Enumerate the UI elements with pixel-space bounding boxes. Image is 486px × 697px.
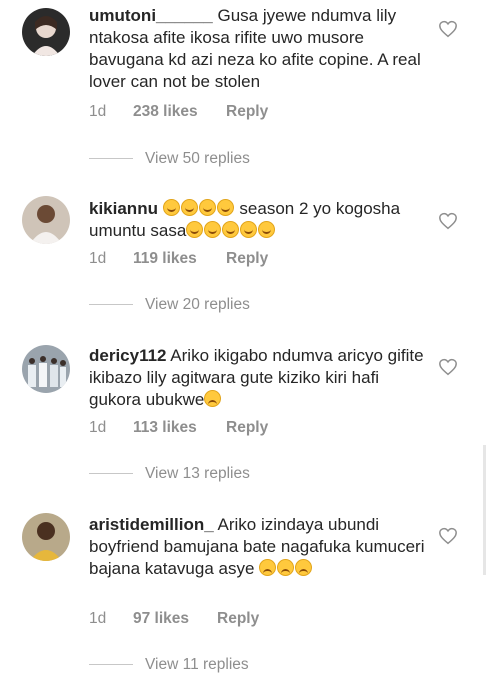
view-replies-button[interactable]: View 50 replies [89, 150, 250, 168]
avatar[interactable] [22, 196, 70, 244]
emoji-rofl-icon [186, 221, 204, 238]
comment-text: aristidemillion_ Ariko izindaya ubundi b… [89, 514, 434, 580]
replies-divider [89, 664, 133, 666]
avatar[interactable] [22, 513, 70, 561]
comment-time: 1d [89, 419, 107, 436]
like-heart-icon[interactable] [438, 20, 458, 38]
reply-button[interactable]: Reply [226, 419, 268, 437]
emoji-rofl-icon [204, 221, 222, 238]
avatar-photo [22, 345, 70, 393]
reply-button[interactable]: Reply [217, 610, 259, 628]
like-heart-icon[interactable] [438, 212, 458, 230]
replies-divider [89, 158, 133, 160]
comment-likes[interactable]: 119 likes [133, 250, 197, 268]
emoji-rofl-icon [240, 221, 258, 238]
comment-username[interactable]: dericy112 [89, 346, 167, 365]
emoji-sad-face-icon [259, 559, 277, 576]
view-replies-label: View 13 replies [145, 465, 250, 482]
emoji-rofl-icon [180, 199, 198, 216]
replies-divider [89, 304, 133, 306]
comment-text: dericy112 Ariko ikigabo ndumva aricyo gi… [89, 345, 434, 411]
view-replies-button[interactable]: View 13 replies [89, 465, 250, 483]
view-replies-label: View 50 replies [145, 150, 250, 167]
avatar[interactable] [22, 345, 70, 393]
like-heart-icon[interactable] [438, 358, 458, 376]
reply-button[interactable]: Reply [226, 103, 268, 121]
comment-text: umutoni______ Gusa jyewe ndumva lily nta… [89, 5, 434, 93]
emoji-sad-face-icon [204, 390, 222, 407]
view-replies-label: View 11 replies [145, 656, 249, 673]
comment-time: 1d [89, 103, 107, 120]
replies-divider [89, 473, 133, 475]
comment-likes[interactable]: 238 likes [133, 103, 198, 121]
comment-username[interactable]: aristidemillion_ [89, 515, 214, 534]
emoji-rofl-icon [162, 199, 180, 216]
comment-time: 1d [89, 250, 107, 267]
reply-button[interactable]: Reply [226, 250, 268, 268]
comment-time: 1d [89, 610, 107, 627]
view-replies-button[interactable]: View 20 replies [89, 296, 250, 314]
emoji-rofl-icon [216, 199, 234, 216]
emoji-sad-face-icon [277, 559, 295, 576]
avatar[interactable] [22, 8, 70, 56]
comment-likes[interactable]: 113 likes [133, 419, 197, 437]
emoji-sad-face-icon [295, 559, 313, 576]
avatar-photo [22, 8, 70, 56]
view-replies-button[interactable]: View 11 replies [89, 656, 249, 674]
like-heart-icon[interactable] [438, 527, 458, 545]
view-replies-label: View 20 replies [145, 296, 250, 313]
avatar-photo [22, 196, 70, 244]
comment-username[interactable]: umutoni______ [89, 6, 213, 25]
comment-likes[interactable]: 97 likes [133, 610, 189, 628]
comment-text: kikiannu season 2 yo kogosha umuntu sasa [89, 198, 434, 242]
emoji-rofl-icon [198, 199, 216, 216]
comment-username[interactable]: kikiannu [89, 199, 158, 218]
emoji-rofl-icon [258, 221, 276, 238]
emoji-rofl-icon [222, 221, 240, 238]
avatar-photo [22, 513, 70, 561]
